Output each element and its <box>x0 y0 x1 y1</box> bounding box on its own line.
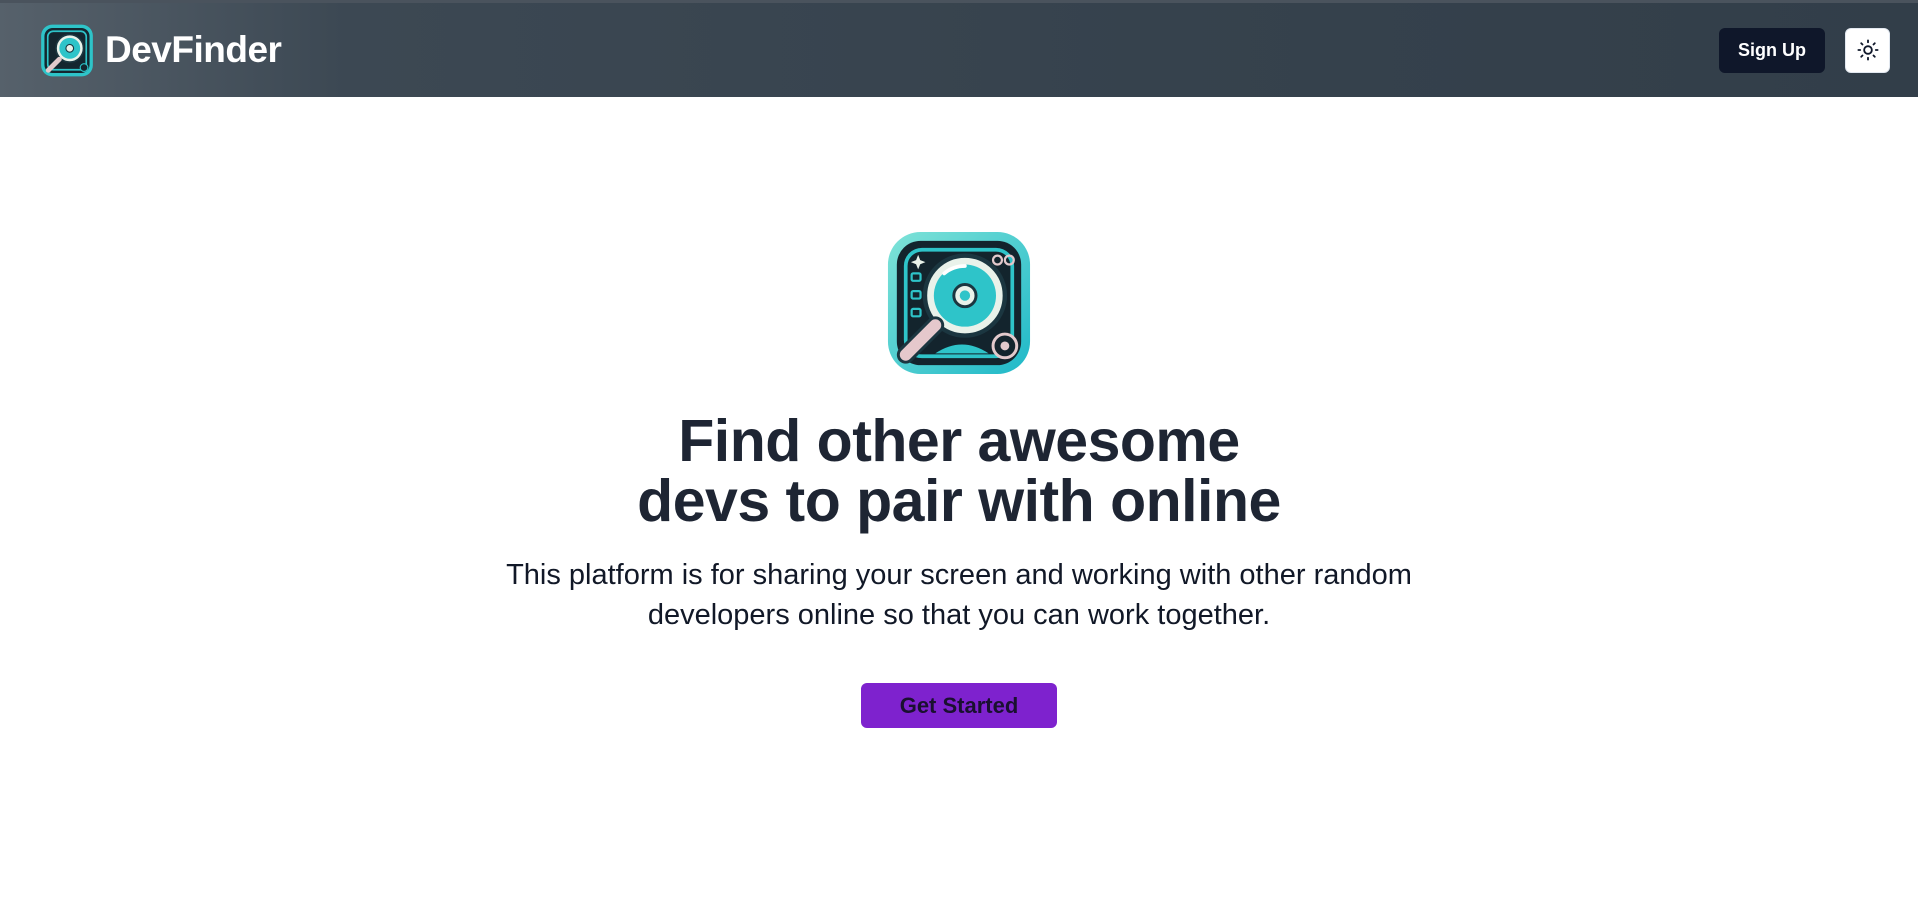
hero-subtitle: This platform is for sharing your screen… <box>449 555 1469 635</box>
sign-up-button[interactable]: Sign Up <box>1719 27 1825 73</box>
brand-home-link[interactable]: DevFinder <box>38 23 282 78</box>
top-navbar: DevFinder Sign Up <box>0 0 1918 97</box>
get-started-button[interactable]: Get Started <box>861 683 1057 728</box>
hero-title: Find other awesome devs to pair with onl… <box>637 411 1281 531</box>
navbar-actions: Sign Up <box>1719 27 1890 73</box>
theme-toggle-button[interactable] <box>1845 27 1890 73</box>
hero-title-line-2: devs to pair with online <box>637 468 1281 534</box>
brand-name: DevFinder <box>105 29 282 70</box>
hero-section: Find other awesome devs to pair with onl… <box>0 97 1918 912</box>
magnifier-disk-icon <box>41 24 93 76</box>
sun-icon <box>1856 39 1879 61</box>
magnifier-disk-icon <box>887 231 1031 375</box>
hero-subtitle-line-1: This platform is for sharing your screen… <box>506 559 1412 591</box>
hero-title-line-1: Find other awesome <box>678 408 1240 474</box>
hero-subtitle-line-2: developers online so that you can work t… <box>647 599 1271 631</box>
